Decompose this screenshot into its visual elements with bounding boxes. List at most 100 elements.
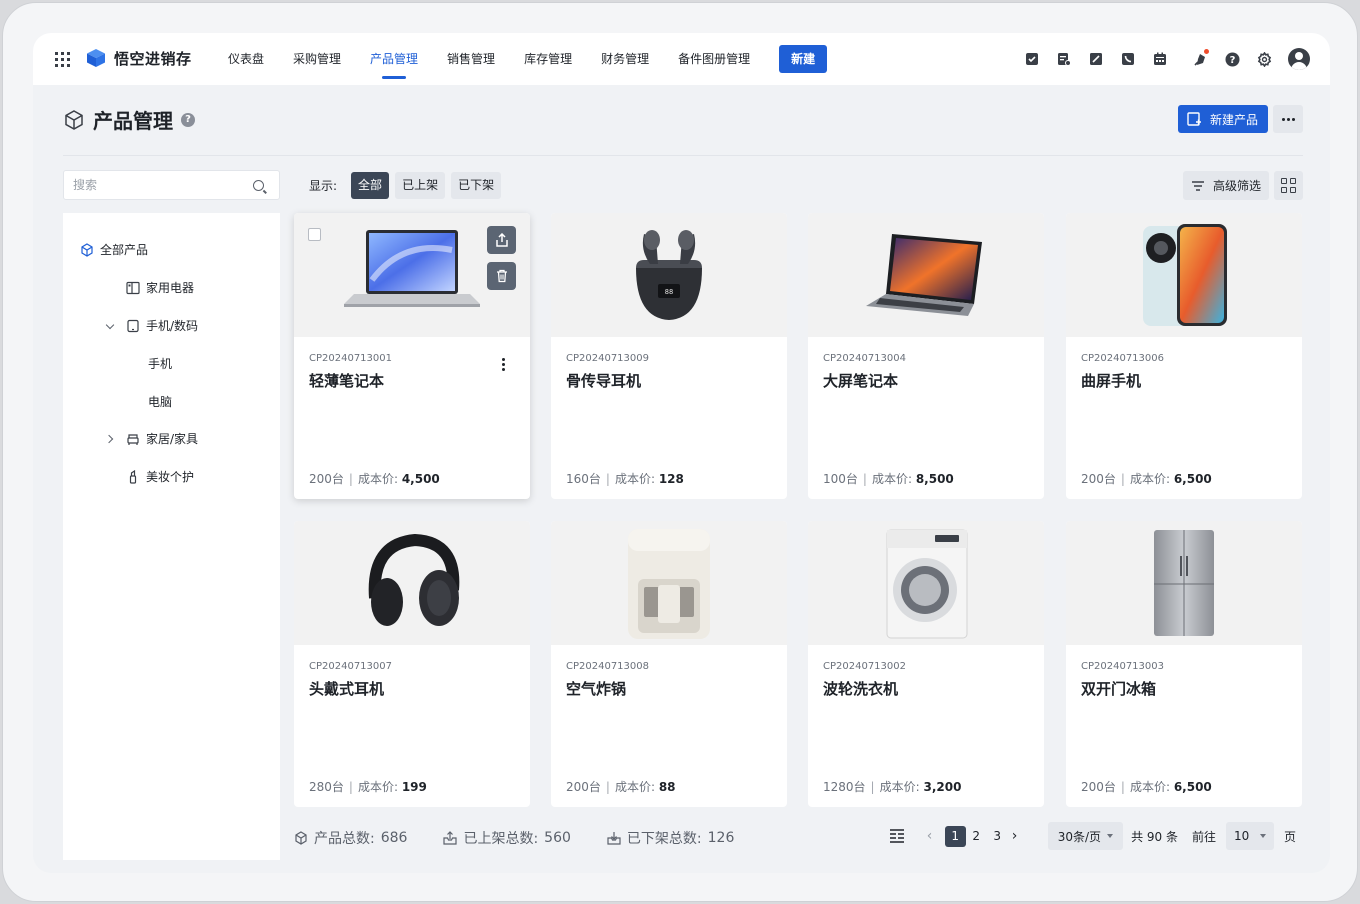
advanced-filter-button[interactable]: 高级筛选 (1182, 171, 1269, 200)
phone-image (1143, 224, 1227, 326)
task-icon[interactable] (1022, 49, 1042, 69)
product-card[interactable]: CP20240713008 空气炸锅 200台 | 成本价: 88 (551, 521, 787, 807)
cost-label: 成本价: (1129, 780, 1170, 794)
svg-text:88: 88 (665, 288, 673, 296)
goto-page-input[interactable]: 10 (1225, 822, 1274, 850)
nav-new-button[interactable]: 新建 (779, 45, 828, 73)
kebab-menu-icon[interactable] (502, 358, 505, 371)
product-name: 轻薄笔记本 (309, 372, 385, 390)
nav-purchasing[interactable]: 采购管理 (293, 33, 341, 85)
search-icon[interactable] (253, 179, 264, 191)
page-size-value: 30条/页 (1057, 829, 1102, 844)
total-count: 共 90 条 (1131, 829, 1178, 844)
tree-item-computer[interactable]: 电脑 (148, 393, 172, 410)
list-view-icon[interactable] (889, 829, 905, 843)
page-help-icon[interactable]: ? (181, 112, 195, 127)
new-product-button[interactable]: 新建产品 (1177, 105, 1268, 133)
product-qty: 200台 (566, 780, 601, 794)
product-cost: 8,500 (915, 472, 954, 486)
nav-products[interactable]: 产品管理 (370, 33, 418, 85)
help-icon[interactable]: ? (1222, 49, 1242, 69)
cube-icon (295, 831, 307, 845)
edit-icon[interactable] (1086, 49, 1106, 69)
product-checkbox[interactable] (308, 228, 321, 241)
cost-label: 成本价: (871, 472, 912, 486)
product-code: CP20240713003 (1081, 661, 1164, 672)
filter-all[interactable]: 全部 (351, 172, 390, 199)
grid-view-icon[interactable] (1274, 171, 1303, 200)
calendar-icon[interactable] (1150, 49, 1170, 69)
notification-icon[interactable] (1190, 49, 1210, 69)
page-2[interactable]: 2 (966, 826, 987, 847)
product-qty: 200台 (1081, 780, 1116, 794)
tree-item-digital[interactable]: 手机/数码 (106, 317, 198, 334)
tree-item-appliances[interactable]: 家用电器 (126, 279, 194, 296)
search-input[interactable] (64, 178, 249, 192)
product-card[interactable]: CP20240713004 大屏笔记本 100台 | 成本价: 8,500 (808, 213, 1044, 499)
page-suffix: 页 (1283, 829, 1296, 844)
settings-icon[interactable] (1254, 49, 1274, 69)
product-card[interactable]: CP20240713003 双开门冰箱 200台 | 成本价: 6,500 (1066, 521, 1302, 807)
product-card[interactable]: CP20240713001 轻薄笔记本 200台 | 成本价: 4,500 (294, 213, 530, 499)
device-frame: 悟空进销存 仪表盘 采购管理 产品管理 销售管理 库存管理 财务管理 备件图册管… (2, 2, 1358, 902)
nav-finance[interactable]: 财务管理 (601, 33, 649, 85)
product-cost: 4,500 (401, 472, 440, 486)
product-card[interactable]: CP20240713002 波轮洗衣机 1280台 | 成本价: 3,200 (808, 521, 1044, 807)
total-products-stat: 产品总数: 686 (294, 828, 407, 848)
cube-logo-icon (87, 49, 105, 67)
top-nav-bar: 悟空进销存 仪表盘 采购管理 产品管理 销售管理 库存管理 财务管理 备件图册管… (33, 33, 1330, 85)
page-1[interactable]: 1 (944, 825, 966, 847)
report-icon[interactable] (1054, 49, 1074, 69)
product-cost: 3,200 (923, 780, 962, 794)
delete-button[interactable] (487, 262, 516, 290)
user-avatar-icon[interactable] (1288, 48, 1310, 70)
tree-item-label: 手机/数码 (146, 319, 199, 333)
tree-item-beauty[interactable]: 美妆个护 (126, 468, 194, 485)
prev-page-icon[interactable]: ‹ (927, 828, 941, 844)
product-stats: 1280台 | 成本价: 3,200 (823, 780, 962, 794)
share-icon (495, 233, 508, 247)
washing-machine-image (886, 529, 968, 638)
phone-icon[interactable] (1118, 49, 1138, 69)
nav-dashboard[interactable]: 仪表盘 (228, 33, 264, 85)
product-name: 双开门冰箱 (1081, 680, 1157, 698)
advanced-filter-label: 高级筛选 (1212, 179, 1261, 193)
nav-spare-parts[interactable]: 备件图册管理 (678, 33, 750, 85)
product-code: CP20240713007 (309, 661, 392, 672)
product-cost: 6,500 (1173, 780, 1212, 794)
filter-label: 显示: (309, 179, 338, 193)
product-card[interactable]: CP20240713006 曲屏手机 200台 | 成本价: 6,500 (1066, 213, 1302, 499)
app-name: 悟空进销存 (114, 49, 192, 68)
cost-label: 成本价: (357, 472, 398, 486)
app-grid-icon[interactable] (55, 52, 70, 67)
next-page-icon[interactable]: › (1012, 828, 1026, 844)
product-name: 曲屏手机 (1081, 372, 1142, 390)
product-stats: 200台 | 成本价: 6,500 (1081, 472, 1212, 486)
tree-item-phone[interactable]: 手机 (148, 355, 172, 372)
product-qty: 160台 (566, 472, 601, 486)
notification-dot (1204, 49, 1209, 54)
tree-item-all[interactable]: 全部产品 (80, 241, 148, 258)
product-stats: 160台 | 成本价: 128 (566, 472, 684, 486)
chevron-down-icon (1107, 834, 1114, 838)
chevron-right-icon[interactable] (106, 435, 114, 443)
page-3[interactable]: 3 (987, 826, 1008, 847)
more-actions-button[interactable] (1273, 105, 1303, 133)
tree-item-home[interactable]: 家居/家具 (106, 430, 198, 447)
filter-on-shelf[interactable]: 已上架 (395, 172, 446, 199)
app-logo[interactable]: 悟空进销存 (85, 47, 192, 69)
laptop-image (866, 234, 982, 316)
upload-box-icon (443, 831, 458, 845)
product-name: 波轮洗衣机 (823, 680, 899, 698)
page-size-select[interactable]: 30条/页 (1047, 822, 1124, 850)
nav-inventory[interactable]: 库存管理 (524, 33, 572, 85)
chevron-down-icon[interactable] (106, 322, 114, 330)
product-stats: 200台 | 成本价: 4,500 (309, 472, 440, 486)
filter-off-shelf[interactable]: 已下架 (451, 172, 502, 199)
share-button[interactable] (487, 226, 516, 254)
product-card[interactable]: CP20240713007 头戴式耳机 280台 | 成本价: 199 (294, 521, 530, 807)
cost-label: 成本价: (614, 780, 655, 794)
product-card[interactable]: 88 CP20240713009 骨传导耳机 160台 | 成本价: 128 (551, 213, 787, 499)
nav-sales[interactable]: 销售管理 (447, 33, 495, 85)
product-qty: 100台 (823, 472, 858, 486)
